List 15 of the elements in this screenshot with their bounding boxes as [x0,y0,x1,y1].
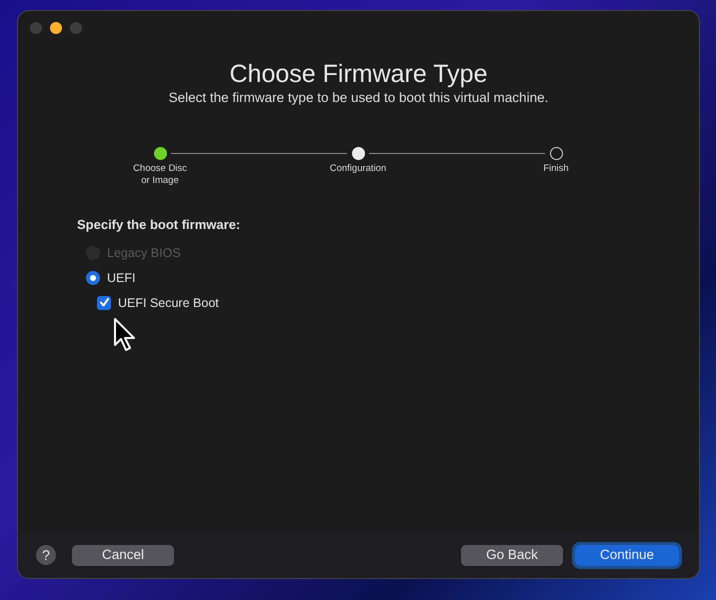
section-heading: Specify the boot firmware: [77,216,240,234]
checkbox[interactable] [97,296,111,310]
step-label: Choose Disc or Image [132,163,188,187]
option-label[interactable]: UEFI Secure Boot [118,294,219,310]
radio-button[interactable] [86,270,100,284]
step-label: Configuration [328,163,388,175]
continue-button[interactable]: Continue [575,544,679,566]
dialog-title: Choose Firmware Type [230,59,488,89]
dialog-button[interactable]: Cancel [72,544,174,566]
dialog-subtitle: Select the firmware type to be used to boot this virtual machine. [168,89,548,107]
option-label[interactable]: UEFI [107,270,136,286]
step-label: Finish [542,163,570,175]
dialog-button[interactable]: Go Back [461,544,563,566]
help-button[interactable]: ? [36,545,56,565]
minimize-window-button[interactable] [50,22,62,34]
